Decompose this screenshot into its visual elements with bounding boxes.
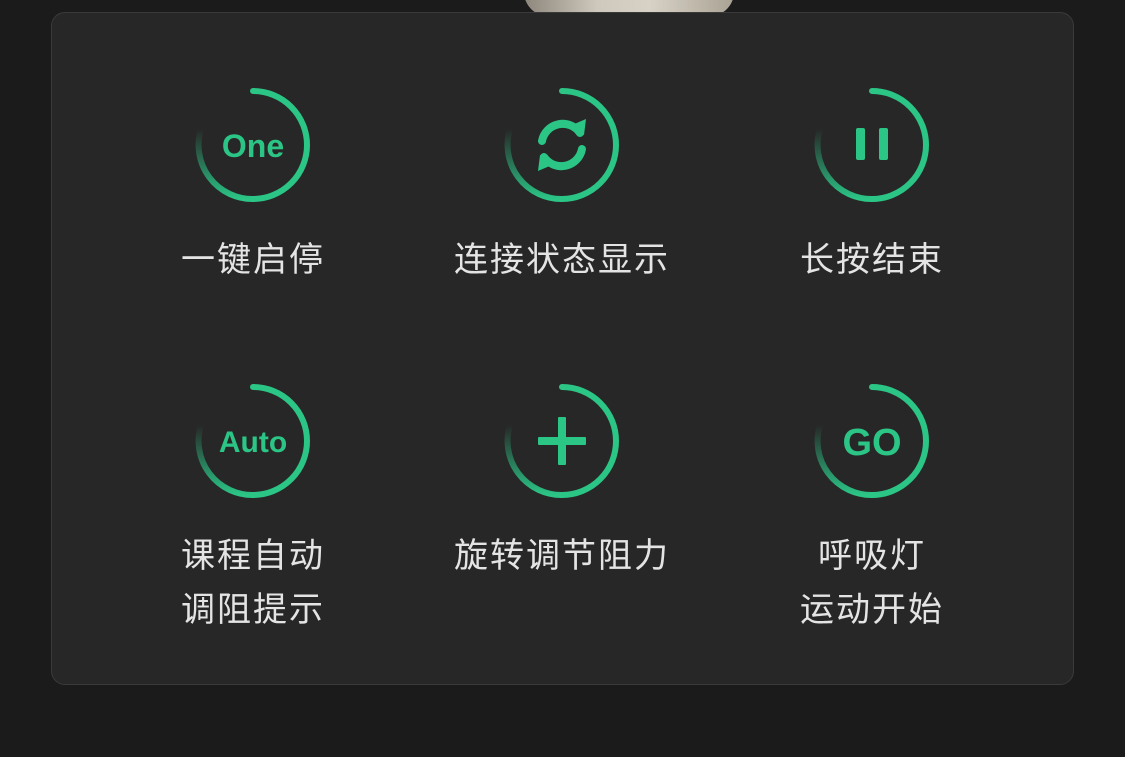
plus-icon <box>504 384 619 499</box>
feature-label: 旋转调节阻力 <box>454 536 670 576</box>
feature-panel: One 一键启停 连接状态显示 长按结束 Auto 课程自动 调阻提示 旋转调节… <box>51 12 1074 685</box>
feature-label: 课程自动 调阻提示 <box>181 536 325 630</box>
feature-label: 连接状态显示 <box>454 240 670 280</box>
svg-text:One: One <box>222 128 284 164</box>
feature-label: 呼吸灯 运动开始 <box>800 536 944 630</box>
feature-long-press-end: 长按结束 <box>742 85 1002 287</box>
feature-rotate-adjust-resistance: 旋转调节阻力 <box>432 381 692 583</box>
feature-breathing-light: GO 呼吸灯 运动开始 <box>742 381 1002 637</box>
refresh-icon <box>504 88 619 203</box>
pause-icon <box>814 88 929 203</box>
feature-one-key-start-stop: One 一键启停 <box>123 85 383 287</box>
feature-label: 长按结束 <box>800 240 944 280</box>
auto-text-icon: Auto <box>195 384 310 499</box>
screen: One 一键启停 连接状态显示 长按结束 Auto 课程自动 调阻提示 旋转调节… <box>0 0 1125 757</box>
feature-label: 一键启停 <box>181 240 325 280</box>
feature-course-auto-resistance: Auto 课程自动 调阻提示 <box>123 381 383 637</box>
svg-text:Auto: Auto <box>219 426 287 459</box>
one-text-icon: One <box>195 88 310 203</box>
svg-text:GO: GO <box>842 422 901 464</box>
feature-connection-status: 连接状态显示 <box>432 85 692 287</box>
go-text-icon: GO <box>814 384 929 499</box>
